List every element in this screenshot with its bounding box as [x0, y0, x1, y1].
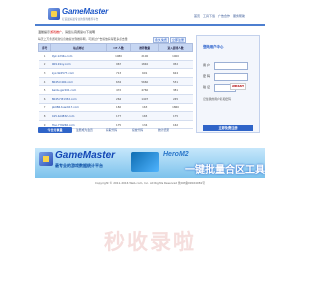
captcha-image[interactable]: NR42H — [230, 83, 246, 90]
cell-site[interactable]: pk086.tuan617.com — [50, 103, 107, 113]
login-title: 登陆用户中心 — [203, 45, 224, 49]
cell-index: 5 — [38, 85, 51, 95]
notice-prefix: 温馨提示 — [38, 30, 51, 34]
watermark: 秒收录啦 — [104, 230, 196, 254]
table-row: 3 zyx.9k2577.com 713 691 624 — [38, 68, 193, 78]
table-row: 2 009.91xy.com 967 1840 952 — [38, 60, 193, 70]
cell-index: 4 — [38, 77, 51, 87]
ranking-table: 序号 站点地址 I P 人数 推荐数量 进入游戏人数 1 9yk.1234s.co… — [37, 43, 193, 130]
top-link-help[interactable]: 服务帮助 — [233, 14, 245, 18]
cell-recommend: 2100 — [130, 51, 159, 61]
cell-players: 1860 — [158, 103, 193, 113]
cell-ip: 472 — [106, 85, 131, 95]
steps-bar: 今日分享量 注册成为会员 获取代码 投放代码 统计结果 — [38, 127, 195, 133]
username-label: 用 户 — [203, 63, 210, 67]
header-recommend: 推荐数量 — [130, 43, 160, 52]
cell-index: 8 — [38, 111, 51, 121]
banner-hero-title: HeroM2 — [163, 151, 189, 158]
step-register[interactable]: 注册成为会员 — [76, 128, 93, 132]
cell-players: 624 — [158, 68, 193, 78]
table-header-row: 序号 站点地址 I P 人数 推荐数量 进入游戏人数 — [37, 43, 193, 52]
header-ip: I P 人数 — [105, 43, 132, 52]
top-link-ads[interactable]: 广告合作 — [218, 14, 230, 18]
cell-site[interactable]: 009.91xy.com — [50, 60, 107, 70]
cell-site[interactable]: 9yk.1234s.com — [50, 51, 107, 61]
cell-ip: 713 — [106, 68, 131, 78]
notice-suffix: ，请您认真阅读以下说明 — [62, 30, 96, 34]
table-row: 8 415.bzd832.com 177 165 175 — [38, 111, 193, 121]
logo-icon — [48, 8, 60, 20]
top-links: 首页 工具下载 广告合作 服务帮助 — [192, 14, 245, 18]
table-row: 4 8045.h400.com 634 5660 531 — [38, 77, 193, 87]
cell-site[interactable]: baidu-gsr201.com — [50, 85, 107, 95]
cell-index: 6 — [38, 94, 51, 104]
cell-ip: 967 — [106, 60, 131, 70]
cell-ip: 177 — [106, 111, 131, 121]
logo-subtitle: 打造最好最专业的游戏推荐平台 — [62, 18, 99, 21]
banner-hero-subtitle: 一键批量合区工具 — [185, 165, 265, 176]
header-site: 站点地址 — [50, 43, 107, 52]
top-link-home[interactable]: 首页 — [194, 14, 200, 18]
promo-banner[interactable]: GameMaster 最专业的游戏数据统计平台 HeroM2 一键批量合区工具 — [35, 148, 265, 178]
cell-players: 952 — [158, 60, 193, 70]
logo-title[interactable]: GameMaster — [62, 7, 108, 16]
header-divider — [35, 24, 265, 26]
banner-subtitle: 最专业的游戏数据统计平台 — [55, 163, 103, 168]
cell-players: 245 — [158, 94, 193, 104]
page: GameMaster 打造最好最专业的游戏推荐平台 首页 工具下载 广告合作 服… — [0, 0, 300, 300]
header: GameMaster 打造最好最专业的游戏推荐平台 首页 工具下载 广告合作 服… — [35, 5, 245, 25]
register-button[interactable]: 立即免费注册 — [203, 125, 253, 131]
cell-index: 7 — [38, 103, 51, 113]
intro-text: 每天上万条游戏新信息被提交到推荐网，可通过广告投放获得更多点击量 — [38, 37, 128, 41]
cell-ip: 182 — [106, 103, 131, 113]
cell-recommend: 5660 — [130, 77, 159, 87]
table-row: 5 baidu-gsr201.com 472 4760 381 — [38, 85, 193, 95]
remember-checkbox[interactable]: 记住我的用户名和密码 — [203, 97, 231, 101]
step-stats[interactable]: 统计结果 — [158, 128, 169, 132]
cell-index: 3 — [38, 68, 51, 78]
top-link-download[interactable]: 工具下载 — [203, 14, 215, 18]
banner-title: GameMaster — [55, 150, 116, 161]
login-panel: 登陆用户中心 用 户 密 码 验 证 记住我的用户名和密码 立即免费注册 — [196, 35, 260, 133]
cell-site[interactable]: 8045.h400.com — [50, 77, 107, 87]
cell-recommend: 4760 — [130, 85, 159, 95]
cell-players: 531 — [158, 77, 193, 87]
share-button[interactable]: 今日分享量 — [38, 127, 72, 133]
table-row: 7 pk086.tuan617.com 182 163 1860 — [38, 103, 193, 113]
cell-ip: 1080 — [106, 51, 131, 61]
header-players: 进入游戏人数 — [158, 43, 193, 52]
notice-highlight: 游戏推广 — [50, 30, 63, 34]
cell-recommend: 163 — [130, 103, 159, 113]
step-place-code[interactable]: 投放代码 — [132, 128, 143, 132]
captcha-label: 验 证 — [203, 85, 210, 89]
cell-recommend: 1407 — [130, 94, 159, 104]
cell-players: 175 — [158, 111, 193, 121]
cell-site[interactable]: zyx.9k2577.com — [50, 68, 107, 78]
cell-site[interactable]: 415.bzd832.com — [50, 111, 107, 121]
cell-players: 1000 — [158, 51, 193, 61]
cell-ip: 264 — [106, 94, 131, 104]
table-row: 1 9yk.1234s.com 1080 2100 1000 — [38, 51, 193, 61]
cell-index: 1 — [38, 51, 51, 61]
cell-ip: 634 — [106, 77, 131, 87]
banner-graphic — [131, 152, 159, 172]
password-label: 密 码 — [203, 74, 210, 78]
cell-recommend: 691 — [130, 68, 159, 78]
step-get-code[interactable]: 获取代码 — [106, 128, 117, 132]
username-input[interactable] — [214, 62, 248, 70]
cell-players: 381 — [158, 85, 193, 95]
header-index: 序号 — [37, 43, 52, 52]
footer-copyright: Copyright © 2011-2016 Web.com, Inc. All … — [94, 181, 206, 185]
table-row: 6 8045.H31332.com 264 1407 245 — [38, 94, 193, 104]
cell-index: 2 — [38, 60, 51, 70]
password-input[interactable] — [214, 73, 248, 81]
notice: 温馨提示游戏推广，请您认真阅读以下说明 — [38, 30, 208, 34]
banner-logo-icon — [39, 152, 53, 166]
cell-site[interactable]: 8045.H31332.com — [50, 94, 107, 104]
cell-recommend: 1840 — [130, 60, 159, 70]
cell-recommend: 165 — [130, 111, 159, 121]
